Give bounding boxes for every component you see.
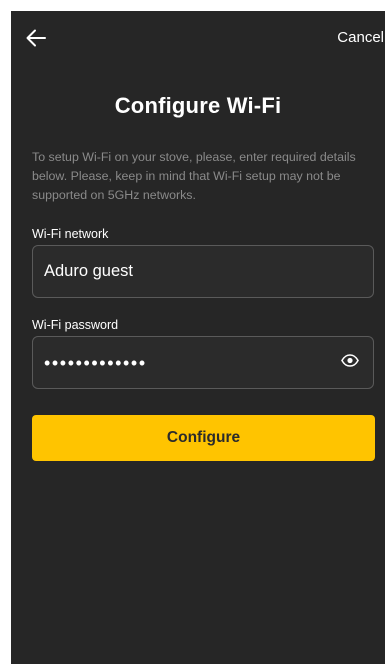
configure-wifi-screen: Cancel Configure Wi-Fi To setup Wi-Fi on… — [11, 11, 385, 664]
show-password-button[interactable] — [339, 353, 361, 373]
wifi-network-field[interactable]: Aduro guest — [32, 245, 374, 298]
page-title: Configure Wi-Fi — [114, 93, 282, 118]
wifi-network-value: Aduro guest — [44, 262, 133, 280]
top-bar: Cancel — [11, 11, 385, 63]
eye-icon — [341, 354, 359, 372]
wifi-network-label: Wi-Fi network — [32, 227, 109, 241]
wifi-password-field[interactable]: ••••••••••••• — [32, 336, 374, 389]
back-button[interactable] — [23, 25, 49, 51]
cancel-button[interactable]: Cancel — [337, 29, 384, 46]
setup-description: To setup Wi-Fi on your stove, please, en… — [32, 150, 356, 202]
configure-button[interactable]: Configure — [32, 415, 375, 461]
wifi-password-value: ••••••••••••• — [44, 352, 147, 373]
wifi-password-label: Wi-Fi password — [32, 318, 119, 332]
arrow-left-icon — [26, 29, 46, 47]
